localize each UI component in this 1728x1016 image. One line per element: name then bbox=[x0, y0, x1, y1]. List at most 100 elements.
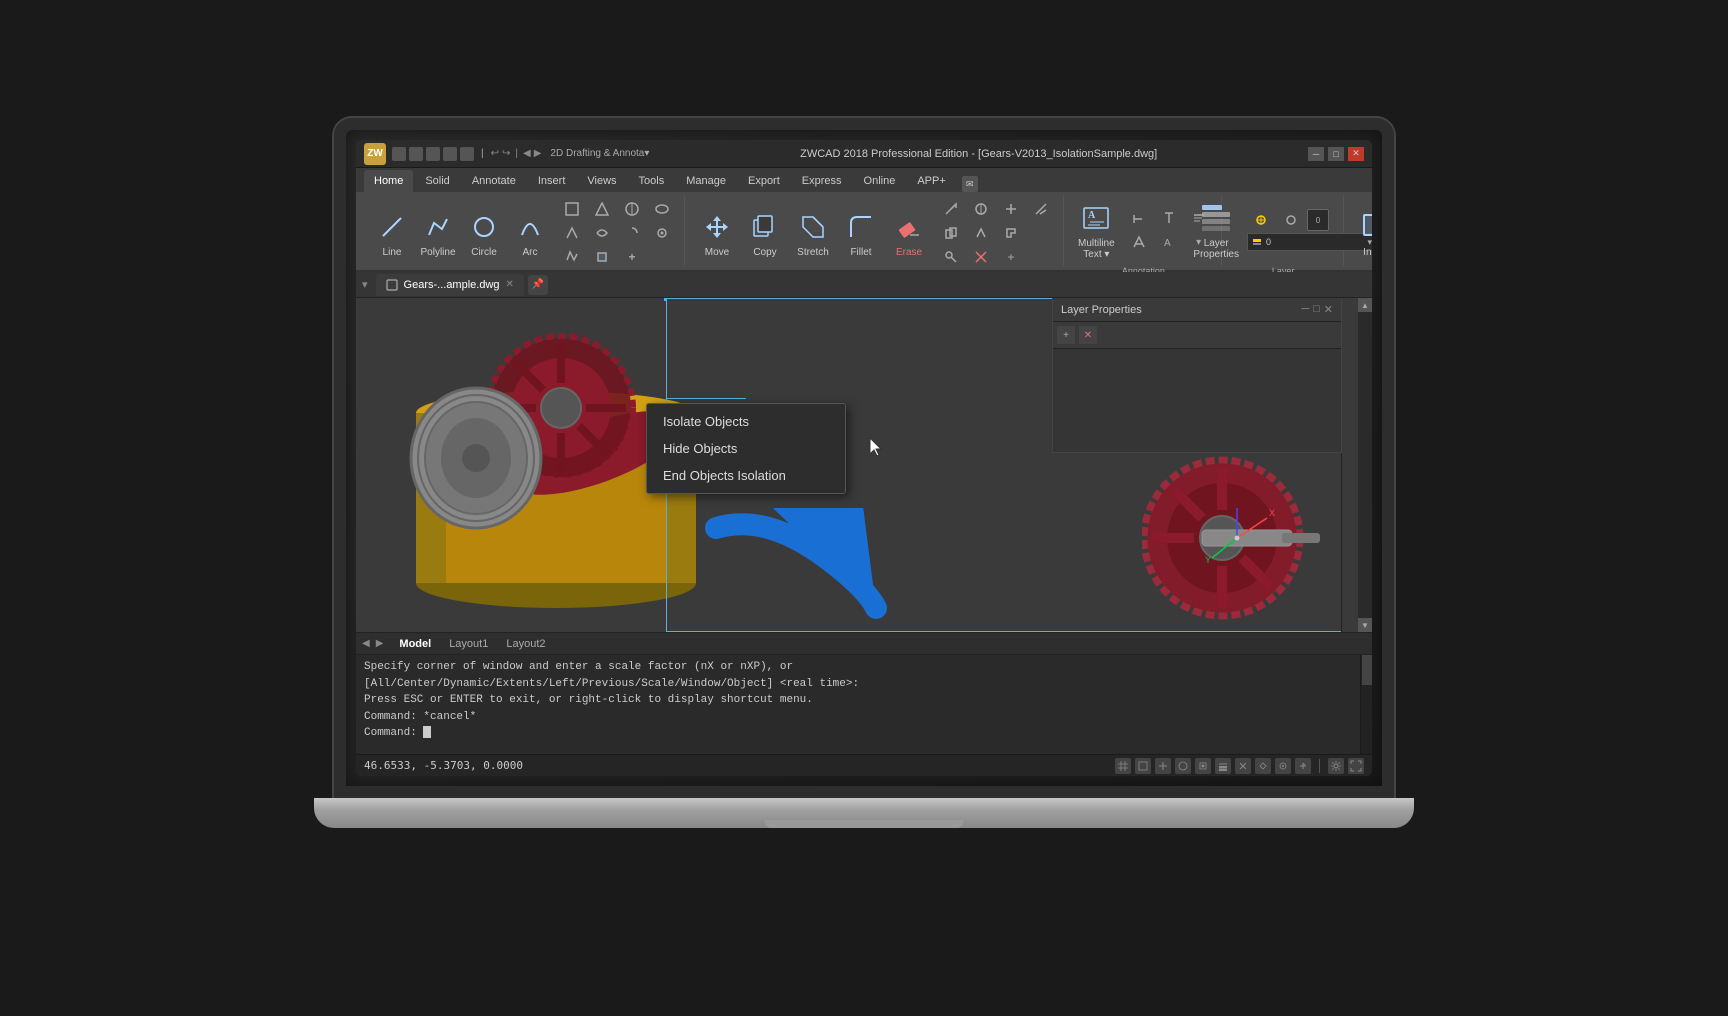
fullscreen-icon[interactable] bbox=[1348, 758, 1364, 774]
modify-sm-5[interactable] bbox=[937, 222, 965, 244]
scroll-track[interactable] bbox=[1358, 312, 1372, 618]
draw-small-1[interactable] bbox=[558, 198, 586, 220]
tab-arrow[interactable]: ▾ bbox=[362, 278, 368, 291]
modify-sm-9[interactable] bbox=[967, 246, 995, 268]
menu-item-hide[interactable]: Hide Objects bbox=[647, 435, 845, 462]
menu-item-end-isolation[interactable]: End Objects Isolation bbox=[647, 462, 845, 489]
tab-online[interactable]: Online bbox=[854, 170, 906, 192]
toolbar-icon[interactable] bbox=[392, 147, 406, 161]
status-polar[interactable] bbox=[1175, 758, 1191, 774]
viewport[interactable]: X Y Isolate Obje bbox=[356, 298, 1372, 632]
nav-icon[interactable]: ◀ bbox=[523, 148, 531, 159]
workspace-selector[interactable]: 2D Drafting & Annota▾ bbox=[550, 148, 649, 159]
draw-small-10[interactable] bbox=[588, 246, 616, 268]
tab-home[interactable]: Home bbox=[364, 170, 413, 192]
scroll-down[interactable]: ▼ bbox=[1358, 618, 1372, 632]
status-ortho[interactable] bbox=[1155, 758, 1171, 774]
annot-sm-1[interactable] bbox=[1125, 207, 1153, 229]
undo-icon[interactable]: ↩ bbox=[491, 148, 499, 159]
tool-fillet[interactable]: Fillet bbox=[839, 207, 883, 260]
tool-copy[interactable]: Copy bbox=[743, 207, 787, 260]
status-sel-cycle[interactable] bbox=[1255, 758, 1271, 774]
annot-sm-2[interactable] bbox=[1155, 207, 1183, 229]
draw-small-2[interactable] bbox=[588, 198, 616, 220]
tab-layout2[interactable]: Layout2 bbox=[500, 636, 551, 652]
cmd-scroll-thumb[interactable] bbox=[1362, 655, 1372, 685]
draw-small-4[interactable] bbox=[648, 198, 676, 220]
tab-solid[interactable]: Solid bbox=[415, 170, 459, 192]
annot-sm-5[interactable]: A bbox=[1155, 231, 1183, 253]
status-lineweight[interactable] bbox=[1215, 758, 1231, 774]
tab-export[interactable]: Export bbox=[738, 170, 790, 192]
status-transparency[interactable] bbox=[1235, 758, 1251, 774]
tool-circle[interactable]: Circle bbox=[462, 207, 506, 260]
status-snap[interactable] bbox=[1135, 758, 1151, 774]
panel-min[interactable]: ─ bbox=[1301, 303, 1309, 316]
tab-views[interactable]: Views bbox=[577, 170, 626, 192]
status-dyn-ucs[interactable] bbox=[1295, 758, 1311, 774]
tool-stretch[interactable]: Stretch bbox=[791, 207, 835, 260]
tab-annotate[interactable]: Annotate bbox=[462, 170, 526, 192]
command-area[interactable]: Specify corner of window and enter a sca… bbox=[356, 654, 1372, 754]
settings-icon[interactable] bbox=[1328, 758, 1344, 774]
restore-button[interactable]: □ bbox=[1328, 147, 1344, 161]
tool-line[interactable]: Line bbox=[370, 207, 414, 260]
tool-erase[interactable]: Erase bbox=[887, 207, 931, 260]
panel-new[interactable]: + bbox=[1057, 326, 1075, 344]
scroll-up[interactable]: ▲ bbox=[1358, 298, 1372, 312]
modify-sm-2[interactable] bbox=[967, 198, 995, 220]
modify-sm-10[interactable]: + bbox=[997, 246, 1025, 268]
menu-item-isolate[interactable]: Isolate Objects bbox=[647, 408, 845, 435]
draw-small-3[interactable] bbox=[618, 198, 646, 220]
cmd-scrollbar[interactable] bbox=[1360, 655, 1372, 754]
context-menu[interactable]: Isolate Objects Hide Objects End Objects… bbox=[646, 403, 846, 494]
tab-close-button[interactable]: ✕ bbox=[506, 279, 514, 290]
panel-close[interactable]: ✕ bbox=[1324, 303, 1333, 316]
modify-sm-4[interactable] bbox=[1027, 198, 1055, 220]
mail-icon[interactable]: ✉ bbox=[962, 176, 978, 192]
minimize-button[interactable]: ─ bbox=[1308, 147, 1324, 161]
file-tab[interactable]: Gears-...ample.dwg ✕ bbox=[376, 274, 524, 296]
tab-express[interactable]: Express bbox=[792, 170, 852, 192]
tool-multiline-text[interactable]: A MultilineText ▾ bbox=[1074, 198, 1119, 262]
tab-nav-next[interactable]: ▶ bbox=[376, 638, 384, 649]
tool-layer-properties[interactable]: Layer Properties bbox=[1189, 198, 1243, 262]
redo-icon[interactable]: ↪ bbox=[502, 148, 510, 159]
tab-app[interactable]: APP+ bbox=[907, 170, 955, 192]
nav-icon[interactable]: ▶ bbox=[534, 148, 542, 159]
annot-sm-4[interactable] bbox=[1125, 231, 1153, 253]
v-scrollbar[interactable]: ▲ ▼ bbox=[1358, 298, 1372, 632]
draw-small-9[interactable] bbox=[558, 246, 586, 268]
tab-layout1[interactable]: Layout1 bbox=[443, 636, 494, 652]
tool-insert[interactable]: Insert bbox=[1354, 207, 1372, 260]
draw-small-8[interactable] bbox=[648, 222, 676, 244]
draw-small-6[interactable] bbox=[588, 222, 616, 244]
tool-move[interactable]: Move bbox=[695, 207, 739, 260]
tool-polyline[interactable]: Polyline bbox=[416, 207, 460, 260]
status-osnap[interactable] bbox=[1195, 758, 1211, 774]
tab-nav-prev[interactable]: ◀ bbox=[362, 638, 370, 649]
panel-delete[interactable]: ✕ bbox=[1079, 326, 1097, 344]
layer-sm-2[interactable] bbox=[1277, 209, 1305, 231]
tab-insert[interactable]: Insert bbox=[528, 170, 576, 192]
layer-sm-1[interactable] bbox=[1247, 209, 1275, 231]
toolbar-icon[interactable] bbox=[443, 147, 457, 161]
toolbar-icon[interactable] bbox=[409, 147, 423, 161]
modify-sm-7[interactable] bbox=[997, 222, 1025, 244]
pin-button[interactable]: 📌 bbox=[528, 275, 548, 295]
status-3d-osnap[interactable] bbox=[1275, 758, 1291, 774]
toolbar-icon[interactable] bbox=[460, 147, 474, 161]
layer-sm-3[interactable]: 0 bbox=[1307, 209, 1329, 231]
close-button[interactable]: ✕ bbox=[1348, 147, 1364, 161]
tab-model[interactable]: Model bbox=[393, 636, 437, 652]
modify-sm-8[interactable] bbox=[937, 246, 965, 268]
toolbar-icon[interactable] bbox=[426, 147, 440, 161]
panel-max[interactable]: □ bbox=[1313, 303, 1320, 316]
draw-small-5[interactable] bbox=[558, 222, 586, 244]
modify-sm-6[interactable] bbox=[967, 222, 995, 244]
modify-sm-1[interactable] bbox=[937, 198, 965, 220]
draw-small-11[interactable]: + bbox=[618, 246, 646, 268]
modify-sm-3[interactable] bbox=[997, 198, 1025, 220]
tool-arc[interactable]: Arc bbox=[508, 207, 552, 260]
draw-small-7[interactable] bbox=[618, 222, 646, 244]
